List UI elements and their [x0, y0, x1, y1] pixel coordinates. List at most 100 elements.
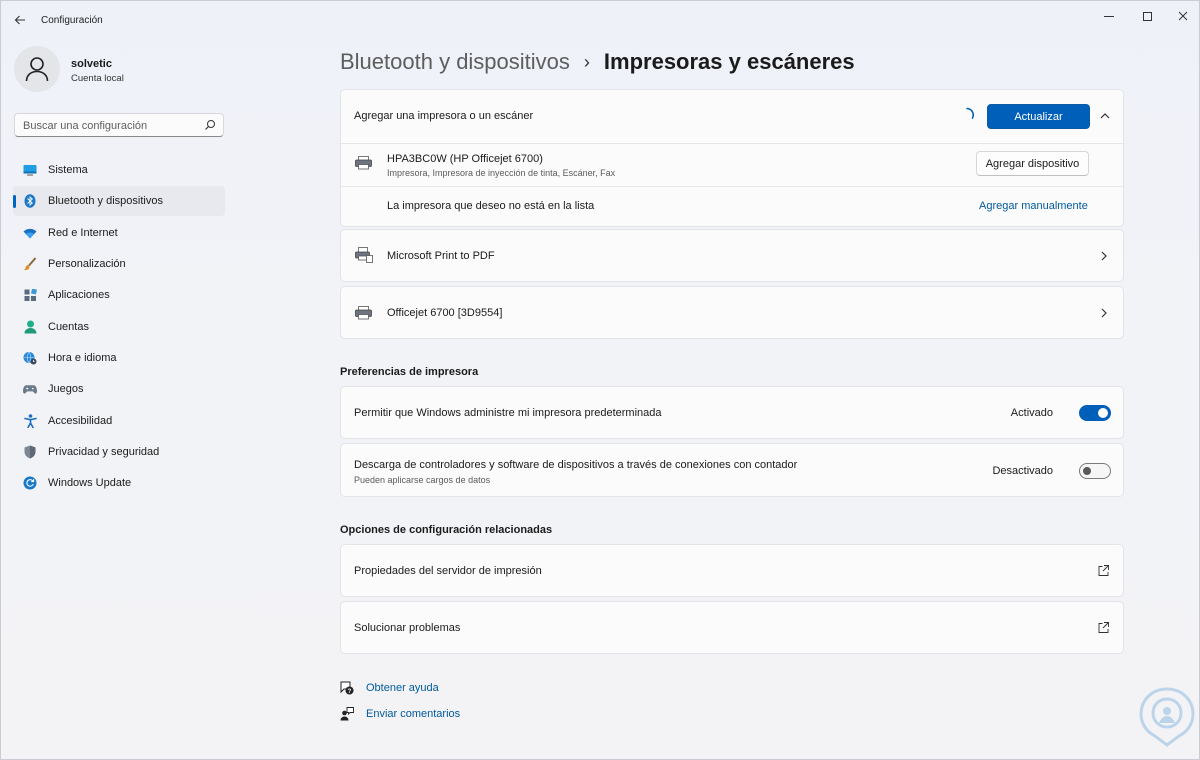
- add-manually-link[interactable]: Agregar manualmente: [979, 200, 1088, 212]
- sidebar-item-label: Juegos: [48, 383, 84, 396]
- related-title: Opciones de configuración relacionadas: [340, 524, 553, 536]
- monitor-icon: [23, 163, 37, 177]
- sidebar-item-sistema[interactable]: Sistema: [13, 155, 225, 185]
- refresh-button[interactable]: Actualizar: [987, 104, 1090, 129]
- toggle-state-label: Desactivado: [992, 465, 1053, 477]
- sidebar-item-label: Bluetooth y dispositivos: [48, 195, 163, 208]
- preferences-title: Preferencias de impresora: [340, 366, 479, 378]
- printer-name: Microsoft Print to PDF: [387, 250, 495, 262]
- sidebar-item-hora[interactable]: Hora e idioma: [13, 343, 225, 373]
- user-profile[interactable]: solvetic Cuenta local: [14, 46, 234, 96]
- maximize-icon: [1142, 11, 1152, 21]
- search-icon[interactable]: [204, 119, 216, 131]
- sidebar-item-aplicaciones[interactable]: Aplicaciones: [13, 280, 225, 310]
- add-printer-card: Agregar una impresora o un escáner Actua…: [340, 89, 1124, 227]
- add-device-button[interactable]: Agregar dispositivo: [976, 151, 1089, 176]
- sidebar-nav: Sistema Bluetooth y dispositivos Red e I…: [13, 155, 225, 500]
- close-button[interactable]: [1163, 7, 1200, 25]
- printer-icon: [355, 306, 372, 320]
- bluetooth-icon: [23, 194, 37, 209]
- person-icon: [23, 320, 37, 334]
- sidebar-item-red[interactable]: Red e Internet: [13, 218, 225, 248]
- gamepad-icon: [23, 382, 37, 396]
- title-bar: Configuración: [1, 1, 1199, 39]
- accessibility-icon: [23, 413, 37, 428]
- default-printer-toggle[interactable]: [1079, 405, 1111, 421]
- not-listed-row: La impresora que deseo no está en la lis…: [341, 187, 1123, 227]
- toggle-knob: [1098, 408, 1108, 418]
- chevron-right-icon: [1101, 251, 1107, 261]
- sidebar-item-bluetooth[interactable]: Bluetooth y dispositivos: [13, 186, 225, 217]
- related-item-label: Solucionar problemas: [354, 622, 461, 634]
- minimize-icon: [1104, 15, 1114, 17]
- not-listed-text: La impresora que deseo no está en la lis…: [387, 200, 595, 212]
- get-help-link[interactable]: ? Obtener ayuda: [340, 679, 439, 697]
- maximize-button[interactable]: [1127, 7, 1167, 25]
- related-item-label: Propiedades del servidor de impresión: [354, 565, 542, 577]
- metered-download-label: Descarga de controladores y software de …: [354, 459, 798, 471]
- toggle-knob: [1083, 467, 1091, 475]
- breadcrumb-parent[interactable]: Bluetooth y dispositivos: [340, 49, 570, 75]
- back-button[interactable]: [9, 10, 31, 30]
- printer-icon: [355, 247, 373, 263]
- default-printer-setting: Permitir que Windows administre mi impre…: [340, 386, 1124, 439]
- found-device-row: HPA3BC0W (HP Officejet 6700) Impresora, …: [341, 144, 1123, 186]
- chevron-up-icon[interactable]: [1099, 110, 1111, 122]
- toggle-state-label: Activado: [1010, 407, 1053, 419]
- sidebar-item-cuentas[interactable]: Cuentas: [13, 312, 225, 342]
- sidebar-item-label: Windows Update: [48, 477, 132, 490]
- search-box[interactable]: [14, 113, 224, 137]
- svg-text:?: ?: [348, 689, 352, 695]
- shield-icon: [23, 445, 37, 459]
- printer-name: Officejet 6700 [3D9554]: [387, 307, 503, 319]
- default-printer-label: Permitir que Windows administre mi impre…: [354, 407, 662, 419]
- printer-icon: [355, 156, 372, 170]
- user-name: solvetic: [71, 58, 112, 70]
- minimize-button[interactable]: [1089, 7, 1129, 25]
- help-icon: ?: [340, 681, 354, 695]
- metered-download-setting: Descarga de controladores y software de …: [340, 443, 1124, 497]
- wifi-icon: [23, 226, 37, 240]
- send-feedback-link[interactable]: Enviar comentarios: [340, 705, 460, 723]
- sidebar-item-personalizacion[interactable]: Personalización: [13, 249, 225, 279]
- close-icon: [1178, 11, 1188, 21]
- metered-download-toggle[interactable]: [1079, 463, 1111, 479]
- sidebar-item-windows-update[interactable]: Windows Update: [13, 468, 225, 498]
- add-printer-title: Agregar una impresora o un escáner: [354, 110, 534, 122]
- sidebar-item-label: Hora e idioma: [48, 352, 117, 365]
- related-item[interactable]: Propiedades del servidor de impresión: [340, 544, 1124, 597]
- page-title: Impresoras y escáneres: [603, 49, 855, 74]
- globe-clock-icon: [23, 351, 37, 365]
- person-avatar-icon: [25, 57, 49, 82]
- printer-card[interactable]: Microsoft Print to PDF: [340, 229, 1124, 282]
- external-link-icon: [1098, 622, 1109, 633]
- sidebar-item-privacidad[interactable]: Privacidad y seguridad: [13, 437, 225, 467]
- external-link-icon: [1098, 565, 1109, 576]
- sidebar-item-label: Accesibilidad: [48, 414, 113, 427]
- sidebar-item-label: Privacidad y seguridad: [48, 446, 160, 459]
- back-arrow-icon: [14, 15, 25, 25]
- breadcrumb: Bluetooth y dispositivos › Impresoras y …: [340, 47, 855, 77]
- app-title: Configuración: [41, 15, 103, 26]
- sidebar-item-juegos[interactable]: Juegos: [13, 374, 225, 404]
- sidebar-item-label: Cuentas: [48, 320, 89, 333]
- settings-window: Configuración solvetic Cuenta local Sist…: [0, 0, 1200, 760]
- search-input[interactable]: [23, 118, 203, 133]
- apps-icon: [23, 288, 37, 302]
- watermark-logo: [1139, 687, 1195, 747]
- sidebar-item-accesibilidad[interactable]: Accesibilidad: [13, 406, 225, 436]
- avatar: [14, 46, 60, 92]
- update-icon: [23, 476, 37, 490]
- send-feedback-label: Enviar comentarios: [366, 708, 461, 720]
- brush-icon: [23, 257, 37, 271]
- related-item[interactable]: Solucionar problemas: [340, 601, 1124, 654]
- add-printer-header[interactable]: Agregar una impresora o un escáner Actua…: [341, 90, 1123, 143]
- sidebar-item-label: Sistema: [48, 164, 88, 176]
- loading-spinner-icon: [966, 107, 975, 119]
- metered-download-sub: Pueden aplicarse cargos de datos: [354, 475, 491, 485]
- breadcrumb-separator: ›: [583, 51, 590, 72]
- sidebar-item-label: Personalización: [48, 258, 126, 271]
- feedback-icon: [340, 707, 354, 721]
- printer-card[interactable]: Officejet 6700 [3D9554]: [340, 286, 1124, 339]
- found-device-description: Impresora, Impresora de inyección de tin…: [387, 168, 616, 178]
